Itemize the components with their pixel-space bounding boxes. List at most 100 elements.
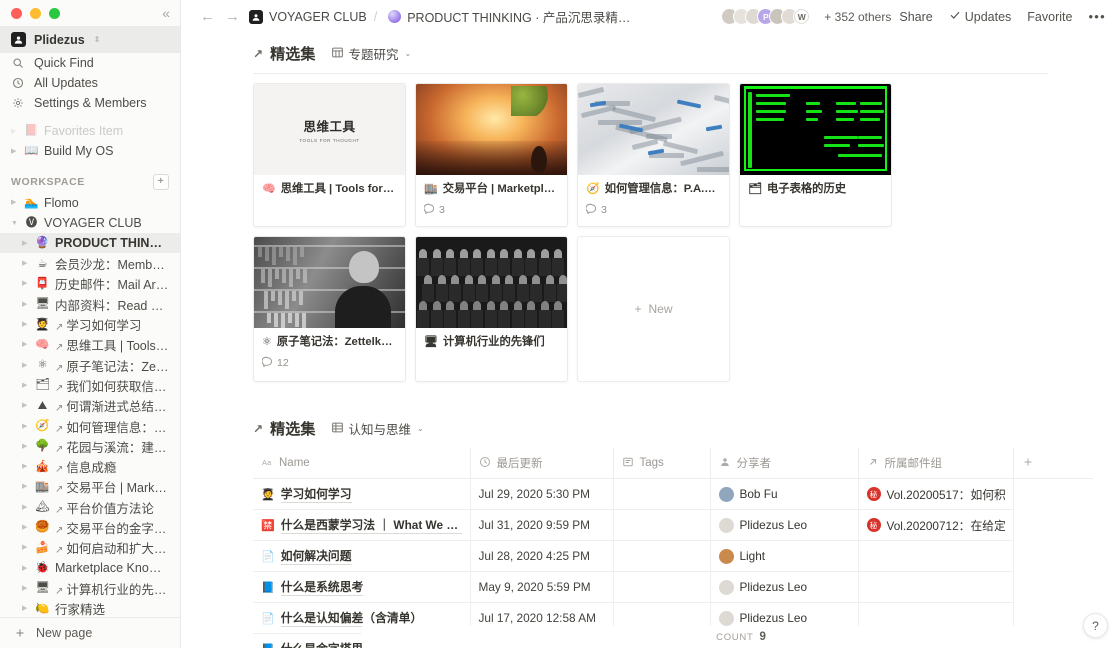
table-block-title[interactable]: 精选集 (270, 418, 315, 439)
sidebar-page-0[interactable]: ▶🏊Flomo (0, 193, 180, 213)
chevron-right-icon[interactable]: ▶ (22, 443, 33, 450)
chevron-right-icon[interactable]: ▶ (22, 240, 33, 247)
minimize-window-button[interactable] (30, 8, 41, 19)
share-button[interactable]: Share (891, 10, 940, 24)
chevron-right-icon[interactable]: ▶ (22, 605, 33, 612)
cell-mail-group[interactable]: 秘Vol.20200712：在给定约束 (858, 510, 1013, 541)
cell-updated[interactable]: Jul 31, 2020 9:59 PM (470, 510, 613, 541)
sidebar-page-9[interactable]: ▶🗂↗我们如何获取信息… (0, 375, 180, 395)
table-row[interactable]: 🈲什么是西蒙学习法 ｜ What We Know AJul 31, 2020 9… (253, 510, 1093, 541)
chevron-right-icon[interactable]: ▶ (22, 362, 33, 369)
collaborator-facepile[interactable]: PW (721, 8, 810, 25)
chevron-right-icon[interactable]: ▶ (22, 321, 33, 328)
sidebar-page-1[interactable]: ▼🅥VOYAGER CLUB (0, 213, 180, 233)
chevron-right-icon[interactable]: ▶ (22, 402, 33, 409)
chevron-right-icon[interactable]: ▶ (22, 382, 33, 389)
sidebar-item-all-updates[interactable]: All Updates (0, 73, 180, 93)
new-card-button[interactable]: +New (577, 236, 730, 382)
table-column-header-0[interactable]: AaName (253, 448, 470, 479)
sidebar-page-4[interactable]: ▶📮历史邮件：Mail Archive (0, 274, 180, 294)
sidebar-page-15[interactable]: ▶🏔↗平台价值方法论 (0, 497, 180, 517)
sidebar-item-quick-find[interactable]: Quick Find (0, 53, 180, 73)
chevron-right-icon[interactable]: ▶ (22, 483, 33, 490)
workspace-switcher[interactable]: Plidezus ⇕ (0, 26, 180, 53)
chevron-right-icon[interactable]: ▶ (22, 423, 33, 430)
cell-mail-group[interactable] (858, 541, 1013, 572)
cell-mail-group[interactable]: 秘Vol.20200517：如何积累知 (858, 479, 1013, 510)
cell-updated[interactable]: Jul 28, 2020 4:25 PM (470, 541, 613, 572)
sidebar-page-clipped[interactable]: ▶ 📕 Favorites Item (0, 121, 180, 141)
table-row[interactable]: 🧑‍🎓学习如何学习Jul 29, 2020 5:30 PMBob Fu秘Vol.… (253, 479, 1093, 510)
sidebar-page-7[interactable]: ▶🧠↗思维工具 | Tools fo… (0, 335, 180, 355)
sidebar-page-10[interactable]: ▶⛰↗何谓渐进式总结：P… (0, 396, 180, 416)
chevron-right-icon[interactable]: ▶ (11, 148, 22, 155)
sidebar-page-18[interactable]: ▶🐞Marketplace Knowled… (0, 558, 180, 578)
gallery-card[interactable]: 🏬交易平台 | Marketplace3 (415, 83, 568, 227)
gallery-card[interactable]: ⚛原子笔记法：Zettelkast…12 (253, 236, 406, 382)
chevron-right-icon[interactable]: ▶ (22, 565, 33, 572)
chevron-right-icon[interactable]: ▶ (22, 301, 33, 308)
new-page-button[interactable]: New page (0, 617, 180, 648)
cell-name[interactable]: 🧑‍🎓学习如何学习 (253, 479, 470, 510)
chevron-down-icon[interactable]: ▼ (11, 220, 22, 227)
cell-sharer[interactable]: Light (710, 541, 858, 572)
sidebar-page-20[interactable]: ▶🍋行家精选 (0, 599, 180, 617)
cell-updated[interactable]: Jul 29, 2020 5:30 PM (470, 479, 613, 510)
chevron-right-icon[interactable]: ▶ (22, 280, 33, 287)
sidebar-item-settings-members[interactable]: Settings & Members (0, 93, 180, 113)
table-column-header-5[interactable] (1013, 448, 1093, 479)
maximize-window-button[interactable] (49, 8, 60, 19)
sidebar-page-list[interactable]: ▶🏊Flomo▼🅥VOYAGER CLUB▶🔮PRODUCT THINKING…… (0, 193, 180, 617)
sidebar-page-5[interactable]: ▶🖥内部资料：Read List (0, 294, 180, 314)
chevron-right-icon[interactable]: ▶ (22, 544, 33, 551)
sidebar-page-16[interactable]: ▶🥮↗交易平台的金字塔… (0, 517, 180, 537)
chevron-right-icon[interactable]: ▶ (22, 524, 33, 531)
cell-tags[interactable] (613, 510, 710, 541)
chevron-right-icon[interactable]: ▶ (11, 128, 22, 135)
table-column-header-4[interactable]: 所属邮件组 (858, 448, 1013, 479)
sidebar-page-14[interactable]: ▶🏬↗交易平台 | Marketp… (0, 477, 180, 497)
chevron-right-icon[interactable]: ▶ (22, 504, 33, 511)
add-page-icon[interactable]: + (153, 174, 169, 190)
breadcrumb-root[interactable]: VOYAGER CLUB (249, 10, 367, 24)
table-row[interactable]: 📘什么是系统思考May 9, 2020 5:59 PMPlidezus Leo (253, 572, 1093, 603)
gallery-card[interactable]: 🖥计算机行业的先锋们 (415, 236, 568, 382)
cell-tags[interactable] (613, 541, 710, 572)
sidebar-page-12[interactable]: ▶🌳↗花园与溪流：建造… (0, 436, 180, 456)
sidebar-page-2[interactable]: ▶🔮PRODUCT THINKING… (0, 233, 180, 253)
table-column-header-3[interactable]: 分享者 (710, 448, 858, 479)
table-column-header-1[interactable]: 最后更新 (470, 448, 613, 479)
chevron-right-icon[interactable]: ▶ (22, 463, 33, 470)
sidebar-page-3[interactable]: ▶☕会员沙龙：Members (0, 253, 180, 273)
cell-updated[interactable]: May 9, 2020 5:59 PM (470, 572, 613, 603)
collapse-sidebar-icon[interactable]: « (162, 5, 170, 22)
sidebar-page-11[interactable]: ▶🧭↗如何管理信息：P.A… (0, 416, 180, 436)
cell-name[interactable]: 🈲什么是西蒙学习法 ｜ What We Know A (253, 510, 470, 541)
gallery-card[interactable]: 思维工具TOOLS FOR THOUGHT🧠思维工具 | Tools for T… (253, 83, 406, 227)
gallery-view-selector[interactable]: 专题研究 ⌄ (331, 44, 412, 63)
back-icon[interactable]: ← (195, 9, 220, 24)
sidebar-page-8[interactable]: ▶⚛↗原子笔记法：Zettel… (0, 355, 180, 375)
others-count-label[interactable]: + 352 others (824, 10, 891, 24)
more-options-icon[interactable]: ••• (1080, 9, 1110, 24)
avatar[interactable]: W (793, 8, 810, 25)
breadcrumb-current[interactable]: PRODUCT THINKING · 产品沉思录精… (388, 7, 630, 26)
chevron-right-icon[interactable]: ▶ (11, 199, 22, 206)
cell-tags[interactable] (613, 572, 710, 603)
add-column-icon[interactable] (1022, 456, 1034, 471)
cell-name[interactable]: 📘什么是系统思考 (253, 572, 470, 603)
table-column-header-2[interactable]: Tags (613, 448, 710, 479)
cell-name[interactable]: 📄如何解决问题 (253, 541, 470, 572)
cell-tags[interactable] (613, 479, 710, 510)
sidebar-page-17[interactable]: ▶🍰↗如何启动和扩大 Ma… (0, 538, 180, 558)
cell-mail-group[interactable] (858, 572, 1013, 603)
gallery-block-title[interactable]: 精选集 (270, 43, 315, 64)
table-view-selector[interactable]: 认知与思维 ⌄ (331, 419, 424, 438)
chevron-right-icon[interactable]: ▶ (22, 260, 33, 267)
updates-button[interactable]: Updates (941, 9, 1020, 24)
sidebar-page-build-my-os[interactable]: ▶ 📖 Build My OS (0, 141, 180, 161)
cell-sharer[interactable]: Plidezus Leo (710, 510, 858, 541)
sidebar-page-13[interactable]: ▶🎪↗信息成瘾 (0, 456, 180, 476)
help-button[interactable]: ? (1083, 613, 1108, 638)
sidebar-page-6[interactable]: ▶🧑‍🎓↗学习如何学习 (0, 314, 180, 334)
